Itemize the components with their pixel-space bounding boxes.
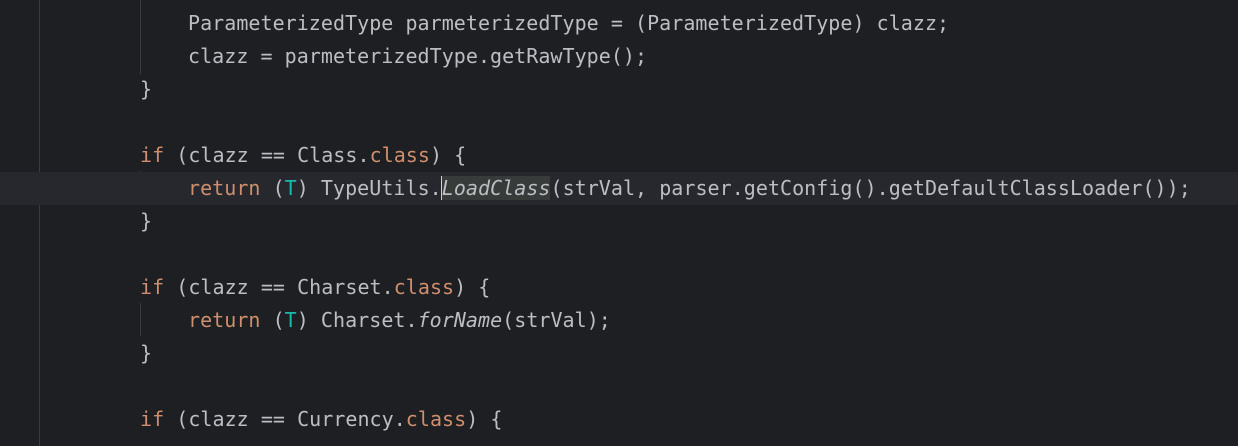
code-segment: ) {	[429, 143, 467, 167]
keyword-if: if	[140, 143, 165, 167]
code-segment: (strVal);	[502, 308, 611, 332]
code-line[interactable]: if (clazz == Charset.class) {	[0, 271, 1238, 304]
static-method-highlighted[interactable]: LoadClass	[441, 176, 551, 200]
static-method[interactable]: forName	[418, 308, 503, 332]
keyword-class: class	[393, 275, 455, 299]
code-line[interactable]: }	[0, 73, 1238, 106]
code-segment: (	[260, 176, 285, 200]
code-line[interactable]: return (T) Charset.forName(strVal);	[0, 304, 1238, 337]
keyword-return: return	[188, 176, 261, 200]
code-segment: ) Charset.	[296, 308, 418, 332]
keyword-return: return	[188, 308, 261, 332]
keyword-if: if	[140, 275, 165, 299]
type-parameter: T	[284, 176, 297, 200]
code-line[interactable]: ParameterizedType parmeterizedType = (Pa…	[0, 7, 1238, 40]
code-segment: (clazz == Currency.	[164, 407, 406, 431]
code-line[interactable]: clazz = parmeterizedType.getRawType();	[0, 40, 1238, 73]
code-segment: ) {	[466, 407, 503, 431]
code-line[interactable]: if (clazz == Currency.class) {	[0, 403, 1238, 436]
closing-brace: }	[140, 341, 153, 365]
closing-brace: }	[140, 209, 153, 233]
code-text: clazz = parmeterizedType.getRawType();	[188, 44, 648, 68]
code-text: return (T) Charset.forName(strVal);	[188, 304, 611, 337]
code-text: if (clazz == Currency.class) {	[140, 403, 502, 436]
code-segment: (clazz == Charset.	[164, 275, 394, 299]
code-line[interactable]: }	[0, 205, 1238, 238]
keyword-class: class	[369, 143, 430, 167]
closing-brace: }	[140, 77, 153, 101]
keyword-if: if	[140, 407, 165, 431]
code-text: if (clazz == Charset.class) {	[140, 271, 490, 304]
code-editor[interactable]: ParameterizedType parmeterizedType = (Pa…	[0, 0, 1238, 446]
type-parameter: T	[284, 308, 297, 332]
code-segment: ) {	[454, 275, 491, 299]
code-line[interactable]: if (clazz == Class.class) {	[0, 139, 1238, 172]
code-text: if (clazz == Class.class) {	[140, 139, 466, 172]
code-segment: ) TypeUtils.	[296, 176, 442, 200]
code-text: return (T) TypeUtils.LoadClass(strVal, p…	[188, 172, 1191, 205]
code-segment: (strVal, parser.getConfig().getDefaultCl…	[550, 176, 1191, 200]
code-segment: (clazz == Class.	[164, 143, 370, 167]
code-text: ParameterizedType parmeterizedType = (Pa…	[188, 11, 950, 35]
code-segment: (	[260, 308, 285, 332]
current-code-line[interactable]: return (T) TypeUtils.LoadClass(strVal, p…	[0, 172, 1238, 205]
keyword-class: class	[405, 407, 467, 431]
code-line[interactable]: }	[0, 337, 1238, 370]
